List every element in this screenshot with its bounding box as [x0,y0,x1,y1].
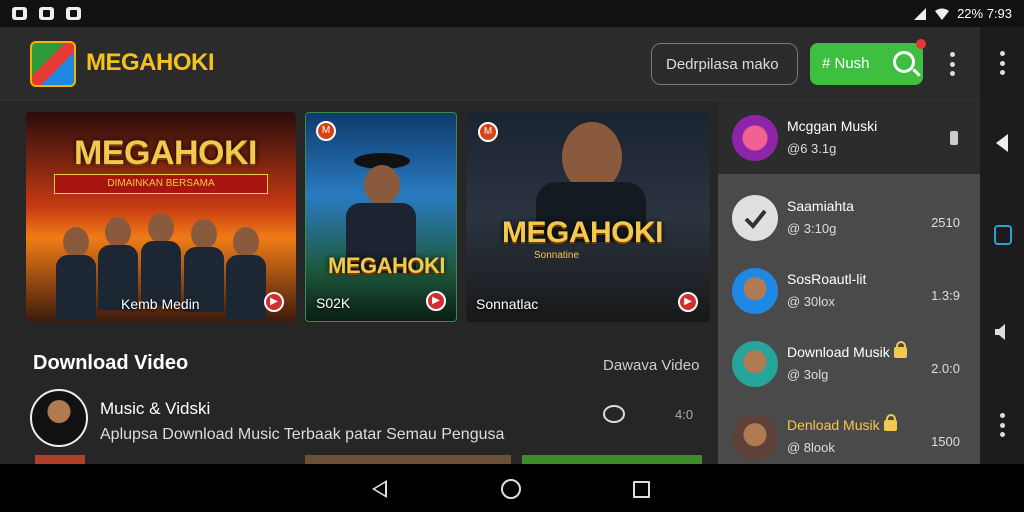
list-item-count: 4:0 [675,407,694,422]
volume-icon[interactable] [993,323,1011,341]
top-bar: MEGAHOKI Dedrpilasa mako # Nush [0,27,980,101]
logo-badge-icon: M [316,121,336,141]
play-badge-icon[interactable]: ▶ [678,292,698,312]
singer-image [364,165,400,205]
card-caption: Sonnatlac [476,296,539,312]
search-button[interactable]: # Nush [810,39,926,85]
card-subtitle: Sonnatine [534,250,580,261]
thumbnail[interactable] [522,455,702,464]
featured-cards: MEGAHOKI DIMAINKAN BERSAMA Kemb Medin ▶ … [26,112,710,322]
status-bar: 22% 7:93 [0,0,1024,27]
avatar [732,414,778,460]
side-item-meta: @ 30lox [787,294,835,309]
card-title: MEGAHOKI [502,216,664,249]
app-window: MEGAHOKI Dedrpilasa mako # Nush MEGAHOKI… [0,27,980,464]
avatar [732,115,778,161]
side-panel: Mcggan Muski @6 3.1g Saamiahta @ 3:10g 2… [718,101,980,464]
list-item[interactable]: Music & Vidski Aplupsa Download Music Te… [30,387,710,447]
side-item-name: SosRoautl-lit [787,271,867,287]
section-title: Download Video [33,352,189,374]
avatar [732,195,778,241]
nav-home-icon[interactable] [501,479,521,499]
status-time: 22% 7:93 [957,6,1012,21]
avatar [30,389,88,447]
card-title: MEGAHOKI [74,134,258,172]
side-item-meta: @ 8look [787,440,835,455]
avatar [732,341,778,387]
featured-card[interactable]: MEGAHOKI DIMAINKAN BERSAMA Kemb Medin ▶ [26,112,296,322]
side-list-item[interactable]: Saamiahta @ 3:10g 2510 [718,181,980,254]
side-list-item[interactable]: SosRoautl-lit @ 30lox 1.3:9 [718,254,980,327]
notification-icon [39,7,54,20]
list-item-subtitle: Aplupsa Download Music Terbaak patar Sem… [100,426,505,443]
right-rail [980,27,1024,464]
featured-card[interactable]: M MEGAHOKI Sonnatine Sonnatlac ▶ [466,112,710,322]
card-title: MEGAHOKI [328,253,446,278]
side-item-meta: @ 3olg [787,367,829,382]
app-logo-text[interactable]: MEGAHOKI [86,49,215,77]
notification-dot [916,39,926,49]
card-caption: Kemb Medin [121,296,200,312]
notification-icon [66,7,81,20]
side-item-count: 1500 [931,434,960,449]
nav-back-icon[interactable] [372,480,387,498]
lock-icon [893,341,907,358]
side-list-item[interactable]: Denload Musik @ 8look 1500 [718,400,980,464]
section-see-all-link[interactable]: Dawava Video [603,357,699,374]
featured-card[interactable]: M MEGAHOKI S02K ▶ [305,112,457,322]
upload-icon[interactable] [950,131,958,145]
check-icon [744,209,767,229]
side-item-count: 1.3:9 [931,288,960,303]
status-bar-right: 22% 7:93 [913,6,1012,21]
card-caption: S02K [316,295,351,311]
list-item-title: Music & Vidski [100,399,211,418]
more-menu-icon[interactable] [949,52,955,76]
search-button-label: # Nush [822,55,870,72]
side-item-meta: @6 3.1g [787,141,837,156]
side-list-item[interactable]: Mcggan Muski @6 3.1g [718,101,980,174]
search-icon [893,51,915,73]
play-badge-icon[interactable]: ▶ [264,292,284,312]
wifi-icon [935,8,950,20]
share-icon[interactable] [603,405,625,423]
avatar [732,268,778,314]
side-item-name: Saamiahta [787,198,854,214]
overflow-menu-icon[interactable] [999,413,1005,437]
search-input[interactable]: Dedrpilasa mako [651,43,798,85]
side-item-name: Mcggan Muski [787,118,878,134]
side-item-name: Denload Musik [787,414,897,433]
side-list-item[interactable]: Download Musik @ 3olg 2.0:0 [718,327,980,400]
card-subtitle: DIMAINKAN BERSAMA [54,174,268,194]
side-item-count: 2510 [931,215,960,230]
navigation-bar [0,464,1024,512]
play-badge-icon[interactable]: ▶ [426,291,446,311]
thumbnail[interactable] [35,455,85,464]
app-logo-icon[interactable] [30,41,76,87]
side-item-meta: @ 3:10g [787,221,837,236]
overflow-menu-icon[interactable] [999,51,1005,75]
back-arrow-icon[interactable] [996,134,1008,152]
thumbnail[interactable] [305,455,511,464]
side-item-name: Download Musik [787,341,907,360]
lock-icon [883,414,897,431]
status-bar-left [12,7,81,20]
save-icon[interactable] [994,225,1012,245]
logo-badge-icon: M [478,122,498,142]
notification-icon [12,7,27,20]
side-item-count: 2.0:0 [931,361,960,376]
signal-icon [914,7,927,20]
nav-recents-icon[interactable] [633,481,650,498]
